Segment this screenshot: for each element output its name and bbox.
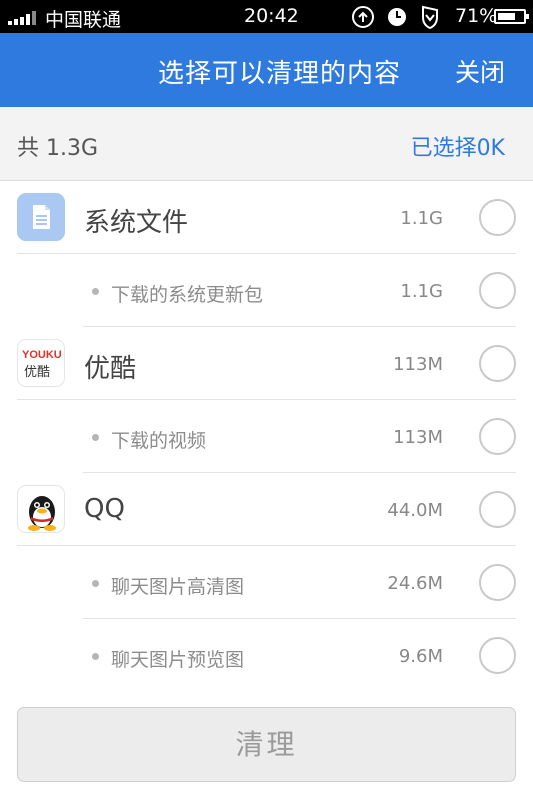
selected-size: 已选择0K: [410, 136, 505, 161]
select-checkbox[interactable]: [479, 345, 516, 382]
close-button[interactable]: 关闭: [455, 53, 505, 89]
battery-percent: 71%: [455, 5, 498, 27]
item-size: 113M: [393, 427, 443, 448]
sync-icon: [352, 6, 374, 28]
select-checkbox[interactable]: [479, 418, 516, 455]
item-size: 9.6M: [398, 646, 443, 667]
item-label: 下载的系统更新包: [111, 284, 264, 306]
select-checkbox[interactable]: [479, 564, 516, 601]
select-checkbox[interactable]: [479, 491, 516, 528]
bullet-icon: [92, 580, 99, 587]
shield-icon: [422, 5, 438, 29]
battery-icon: [494, 9, 529, 24]
select-checkbox[interactable]: [479, 272, 516, 309]
list-item-chat-preview-images[interactable]: 聊天图片预览图 9.6M: [0, 619, 533, 692]
youku-icon: YOUKU 优酷: [17, 339, 65, 387]
list-item-qq[interactable]: QQ 44.0M: [0, 473, 533, 546]
item-size: 24.6M: [387, 573, 443, 594]
clock-time: 20:42: [244, 5, 299, 27]
list-item-downloaded-videos[interactable]: 下载的视频 113M: [0, 400, 533, 473]
item-size: 44.0M: [387, 500, 443, 521]
status-bar: 中国联通 20:42 71%: [0, 0, 533, 33]
file-icon: [17, 193, 65, 241]
header-bar: 选择可以清理的内容 关闭: [0, 33, 533, 107]
list-item-system-update[interactable]: 下载的系统更新包 1.1G: [0, 254, 533, 327]
page-title: 选择可以清理的内容: [157, 59, 401, 89]
qq-penguin-icon: [17, 485, 65, 533]
item-size: 1.1G: [400, 208, 443, 229]
youku-icon-text-bottom: 优酷: [24, 365, 50, 380]
bullet-icon: [92, 653, 99, 660]
list-item-system-files[interactable]: 系统文件 1.1G: [0, 181, 533, 254]
clean-button[interactable]: 清理: [17, 707, 516, 782]
summary-bar: 共 1.3G 已选择0K: [0, 107, 533, 181]
select-checkbox[interactable]: [479, 637, 516, 674]
total-size: 共 1.3G: [17, 136, 99, 161]
select-checkbox[interactable]: [479, 199, 516, 236]
list-item-youku[interactable]: YOUKU 优酷 优酷 113M: [0, 327, 533, 400]
item-size: 113M: [393, 354, 443, 375]
bullet-icon: [92, 288, 99, 295]
item-label: QQ: [84, 494, 125, 524]
item-label: 下载的视频: [111, 430, 207, 452]
item-size: 1.1G: [400, 281, 443, 302]
item-label: 聊天图片高清图: [111, 576, 245, 598]
youku-icon-text-top: YOUKU: [22, 349, 62, 361]
list-item-chat-hd-images[interactable]: 聊天图片高清图 24.6M: [0, 546, 533, 619]
signal-icon: [8, 11, 40, 25]
item-label: 优酷: [84, 354, 137, 384]
item-label: 系统文件: [84, 208, 189, 238]
item-label: 聊天图片预览图: [111, 649, 245, 671]
carrier-name: 中国联通: [45, 9, 122, 31]
status-icons: [352, 5, 438, 29]
clock-icon: [388, 8, 406, 26]
bullet-icon: [92, 434, 99, 441]
